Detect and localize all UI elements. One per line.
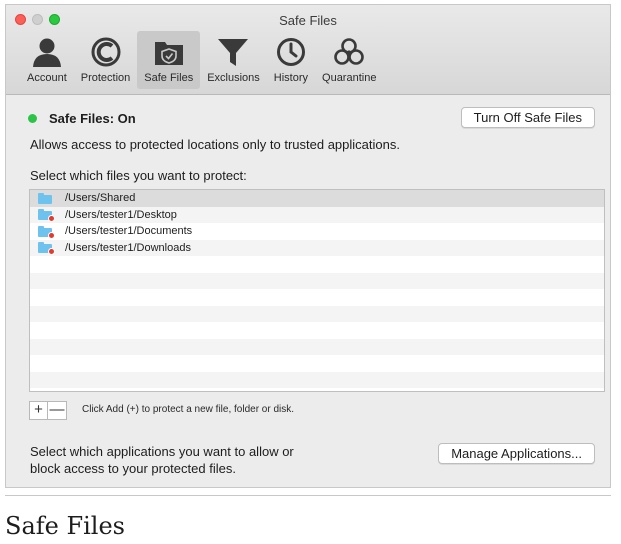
- tab-safe-files-label: Safe Files: [144, 72, 194, 84]
- folder-icon: [38, 192, 52, 204]
- tab-safe-files[interactable]: Safe Files: [137, 31, 201, 89]
- tab-account-label: Account: [27, 72, 67, 84]
- turn-off-safe-files-button[interactable]: Turn Off Safe Files: [460, 107, 595, 128]
- caption-divider: [5, 495, 611, 496]
- history-clock-icon: [276, 38, 305, 66]
- file-path: /Users/tester1/Downloads: [65, 241, 191, 254]
- tab-quarantine-label: Quarantine: [322, 72, 377, 84]
- figure-caption: Safe Files: [5, 512, 125, 540]
- manage-applications-button[interactable]: Manage Applications...: [438, 443, 595, 464]
- tab-account[interactable]: Account: [20, 31, 74, 89]
- empty-row: [30, 256, 604, 273]
- remove-file-button[interactable]: —: [48, 401, 67, 420]
- tab-protection[interactable]: Protection: [74, 31, 138, 89]
- applications-description: Select which applications you want to al…: [30, 443, 330, 477]
- add-file-button[interactable]: +: [29, 401, 48, 420]
- exclusions-funnel-icon: [218, 39, 249, 66]
- account-icon: [32, 38, 61, 67]
- description-text: Allows access to protected locations onl…: [30, 137, 400, 152]
- empty-row: [30, 305, 604, 322]
- preferences-toolbar: Account Protection Safe Files Exclusions…: [20, 31, 383, 89]
- tab-history[interactable]: History: [267, 31, 315, 89]
- protection-icon: [91, 37, 121, 67]
- safe-files-status: Safe Files: On: [28, 111, 136, 126]
- files-section-label: Select which files you want to protect:: [30, 168, 247, 183]
- empty-row: [30, 272, 604, 289]
- tab-exclusions-label: Exclusions: [207, 72, 260, 84]
- empty-row: [30, 371, 604, 388]
- status-indicator-dot: [28, 114, 37, 123]
- file-path: /Users/tester1/Desktop: [65, 208, 177, 221]
- list-item[interactable]: /Users/Shared: [30, 190, 604, 207]
- empty-row: [30, 388, 604, 391]
- tab-quarantine[interactable]: Quarantine: [315, 31, 383, 89]
- empty-row: [30, 289, 604, 306]
- app-window: Safe Files Account Protection Safe Files…: [5, 4, 611, 488]
- file-path: /Users/tester1/Documents: [65, 225, 193, 238]
- applications-text-line1: Select which applications you want to al…: [30, 444, 294, 459]
- empty-row: [30, 322, 604, 339]
- empty-row: [30, 338, 604, 355]
- folder-protected-icon: [38, 209, 55, 223]
- add-remove-controls: + —: [29, 401, 67, 420]
- tab-history-label: History: [273, 72, 309, 84]
- tab-protection-label: Protection: [80, 72, 131, 84]
- protected-files-list[interactable]: /Users/Shared /Users/tester1/Desktop /Us…: [29, 189, 605, 392]
- file-path: /Users/Shared: [65, 192, 136, 205]
- folder-protected-icon: [38, 242, 55, 256]
- window-title: Safe Files: [279, 13, 337, 28]
- list-item[interactable]: /Users/tester1/Desktop: [30, 206, 604, 223]
- applications-text-line2: block access to your protected files.: [30, 461, 236, 476]
- quarantine-biohazard-icon: [334, 38, 365, 65]
- titlebar: Safe Files Account Protection Safe Files…: [6, 5, 610, 95]
- list-item[interactable]: /Users/tester1/Downloads: [30, 239, 604, 256]
- add-hint-text: Click Add (+) to protect a new file, fol…: [82, 404, 295, 415]
- tab-exclusions[interactable]: Exclusions: [200, 31, 267, 89]
- empty-row: [30, 355, 604, 372]
- safe-files-icon: [154, 42, 183, 65]
- status-text: Safe Files: On: [49, 111, 136, 126]
- folder-protected-icon: [38, 225, 55, 239]
- list-item[interactable]: /Users/tester1/Documents: [30, 223, 604, 240]
